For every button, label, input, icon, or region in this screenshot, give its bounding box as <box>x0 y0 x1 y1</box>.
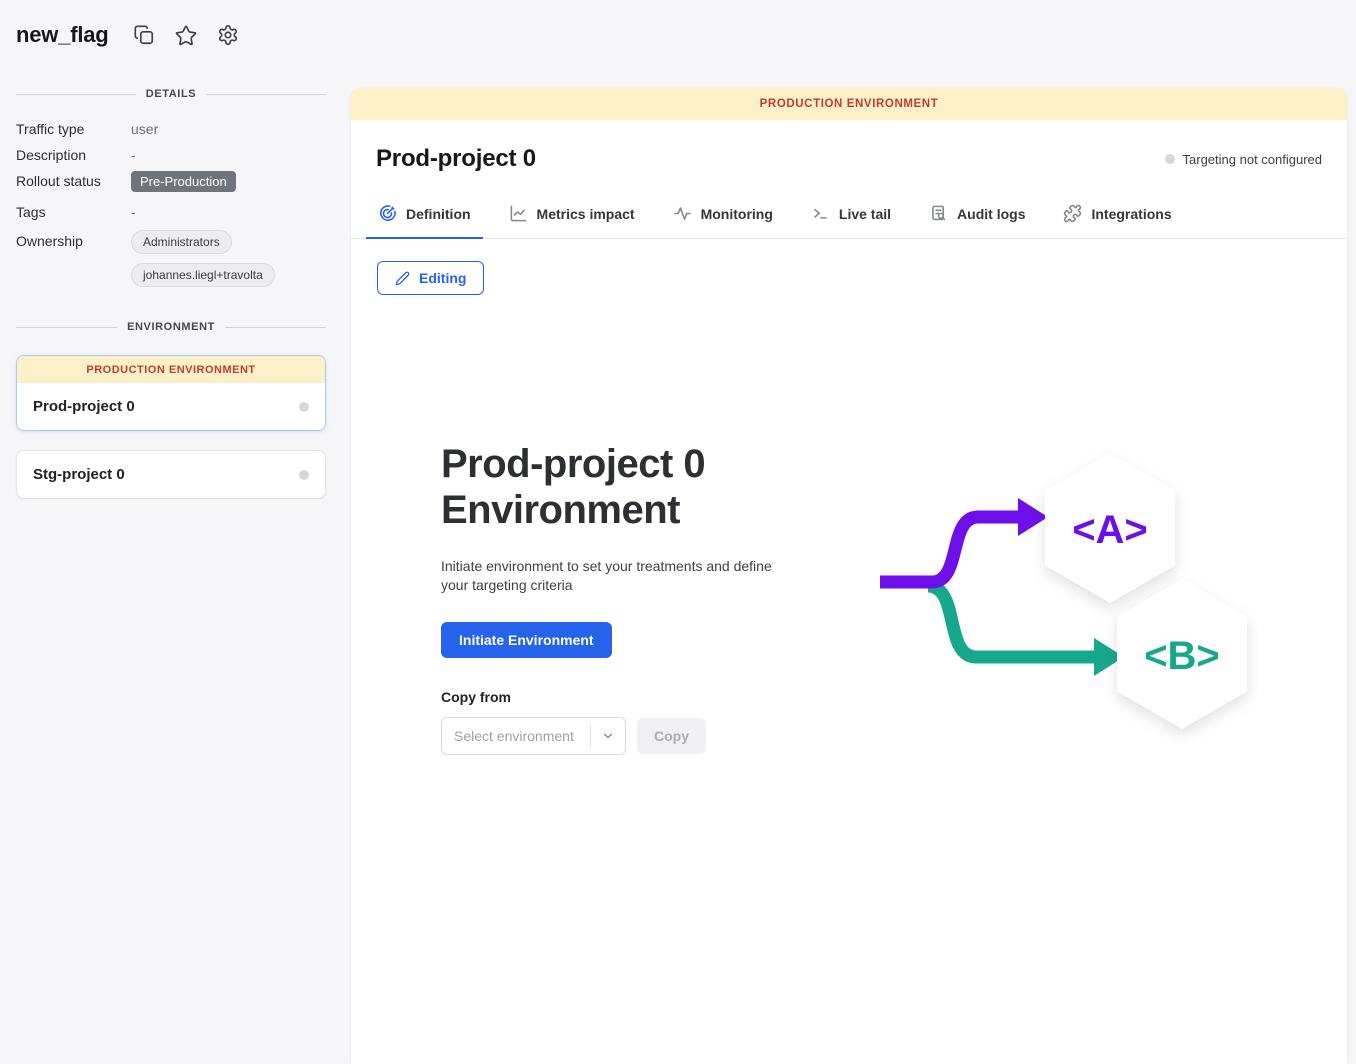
production-environment-banner: PRODUCTION ENVIRONMENT <box>351 88 1347 120</box>
tags-label: Tags <box>16 204 131 220</box>
environment-header: Prod-project 0 Targeting not configured <box>351 120 1347 198</box>
detail-row-tags: Tags - <box>16 199 326 225</box>
traffic-type-label: Traffic type <box>16 121 131 137</box>
environment-heading-label: ENVIRONMENT <box>127 321 215 333</box>
ownership-label: Ownership <box>16 228 131 249</box>
environment-select[interactable]: Select environment <box>441 717 626 755</box>
details-heading-label: DETAILS <box>146 88 196 100</box>
purple-arrowhead <box>1018 498 1048 536</box>
tab-label: Live tail <box>839 206 891 222</box>
tags-value: - <box>131 204 136 220</box>
traffic-type-value: user <box>131 121 158 137</box>
tab-label: Monitoring <box>701 206 773 222</box>
copy-button[interactable]: Copy <box>637 718 706 754</box>
owner-pills: Administrators johannes.liegl+travolta <box>131 228 275 287</box>
tab-label: Audit logs <box>957 206 1025 222</box>
detail-row-traffic-type: Traffic type user <box>16 116 326 142</box>
environment-select-placeholder: Select environment <box>442 728 590 744</box>
copy-icon[interactable] <box>133 24 155 46</box>
empty-state-description: Initiate environment to set your treatme… <box>441 557 797 595</box>
variant-a-label: <A> <box>1072 508 1148 552</box>
env-card-production-banner: PRODUCTION ENVIRONMENT <box>17 356 325 383</box>
targeting-status: Targeting not configured <box>1165 152 1322 167</box>
copy-from-row: Select environment Copy <box>441 717 821 755</box>
environment-cards: PRODUCTION ENVIRONMENT Prod-project 0 St… <box>16 355 326 499</box>
tab-label: Metrics impact <box>537 206 635 222</box>
detail-row-description: Description - <box>16 142 326 168</box>
integrations-icon <box>1063 204 1082 223</box>
monitoring-icon <box>673 204 692 223</box>
env-card-prod[interactable]: PRODUCTION ENVIRONMENT Prod-project 0 <box>16 355 326 431</box>
detail-row-rollout-status: Rollout status Pre-Production <box>16 168 326 194</box>
variant-b-label: <B> <box>1144 634 1220 678</box>
star-icon[interactable] <box>175 24 197 46</box>
detail-row-ownership: Ownership Administrators johannes.liegl+… <box>16 228 326 287</box>
targeting-status-label: Targeting not configured <box>1183 152 1322 167</box>
audit-logs-icon <box>929 204 948 223</box>
tab-definition[interactable]: Definition <box>376 198 473 238</box>
pencil-icon <box>395 271 410 286</box>
env-card-name: Stg-project 0 <box>33 466 125 483</box>
env-card-stg[interactable]: Stg-project 0 <box>16 450 326 499</box>
page-header: new_flag <box>0 0 1356 70</box>
description-value: - <box>131 147 136 163</box>
environment-empty-state: Prod-project 0 Environment Initiate envi… <box>441 441 821 755</box>
env-card-body: Stg-project 0 <box>17 451 325 498</box>
chevron-down-icon <box>591 729 625 743</box>
editing-button[interactable]: Editing <box>377 261 484 295</box>
environment-section-heading: ENVIRONMENT <box>16 321 326 333</box>
metrics-impact-icon <box>509 204 528 223</box>
env-status-dot <box>299 470 309 480</box>
gear-icon[interactable] <box>217 24 239 46</box>
env-card-name: Prod-project 0 <box>33 398 135 415</box>
live-tail-icon <box>811 204 830 223</box>
env-card-body: Prod-project 0 <box>17 383 325 430</box>
environment-title: Prod-project 0 <box>376 145 536 173</box>
definition-icon <box>378 204 397 223</box>
tab-audit-logs[interactable]: Audit logs <box>927 198 1027 238</box>
env-status-dot <box>299 402 309 412</box>
targeting-status-dot <box>1165 154 1175 164</box>
tab-metrics-impact[interactable]: Metrics impact <box>507 198 637 238</box>
initiate-environment-button[interactable]: Initiate Environment <box>441 622 612 658</box>
ab-split-illustration: <A> <B> <box>870 445 1260 745</box>
description-label: Description <box>16 147 131 163</box>
tab-integrations[interactable]: Integrations <box>1061 198 1173 238</box>
copy-from-label: Copy from <box>441 689 821 705</box>
tab-label: Integrations <box>1091 206 1171 222</box>
details-rows: Traffic type user Description - Rollout … <box>16 116 326 287</box>
tab-live-tail[interactable]: Live tail <box>809 198 893 238</box>
hexagon-variant-b: <B> <box>1117 579 1247 729</box>
details-section-heading: DETAILS <box>16 88 326 100</box>
environment-panel: PRODUCTION ENVIRONMENT Prod-project 0 Ta… <box>351 88 1347 1064</box>
tab-bar: Definition Metrics impact Monitoring Liv… <box>351 198 1347 239</box>
flag-name-title: new_flag <box>16 22 109 48</box>
tab-monitoring[interactable]: Monitoring <box>671 198 775 238</box>
sidebar: DETAILS Traffic type user Description - … <box>0 70 351 1064</box>
owner-pill: Administrators <box>131 230 232 254</box>
owner-pill: johannes.liegl+travolta <box>131 263 275 287</box>
empty-state-title: Prod-project 0 Environment <box>441 441 781 533</box>
rollout-status-label: Rollout status <box>16 173 131 189</box>
editing-button-label: Editing <box>419 270 466 286</box>
rollout-status-badge: Pre-Production <box>131 171 236 192</box>
definition-content: Editing Prod-project 0 Environment Initi… <box>351 239 1347 1026</box>
hexagon-variant-a: <A> <box>1045 453 1175 603</box>
tab-label: Definition <box>406 206 471 222</box>
